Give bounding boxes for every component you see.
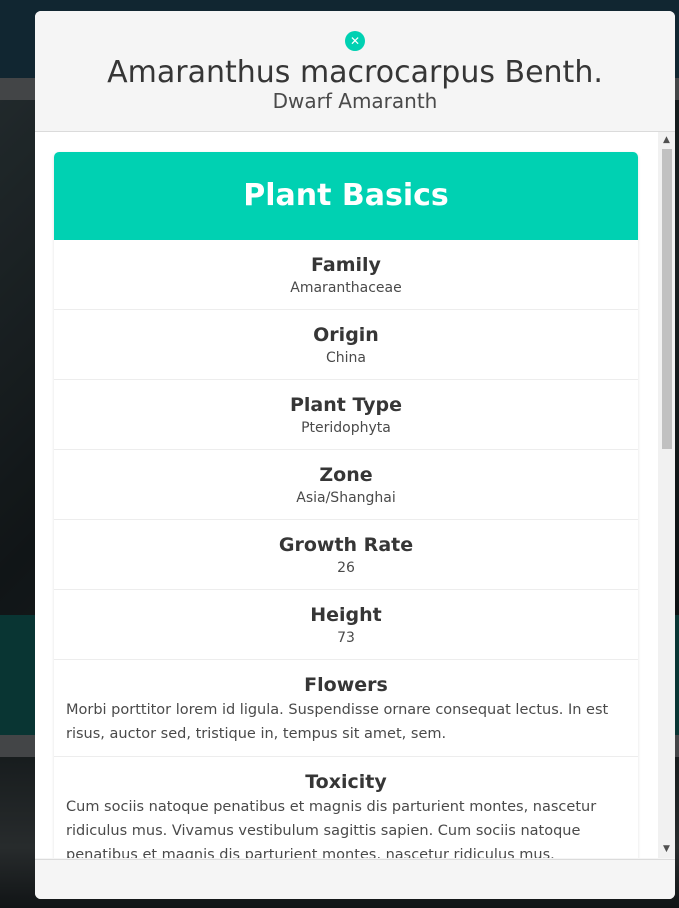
info-row-zone: Zone Asia/Shanghai [54, 450, 638, 520]
info-row-flowers: Flowers Morbi porttitor lorem id ligula.… [54, 660, 638, 757]
row-value: Amaranthaceae [290, 280, 402, 296]
modal-body[interactable]: Plant Basics Family Amaranthaceae Origin… [35, 132, 675, 858]
row-label: Flowers [304, 674, 388, 696]
row-value: China [326, 350, 366, 366]
close-icon[interactable]: ✕ [345, 31, 365, 51]
row-label: Toxicity [305, 771, 387, 793]
row-label: Origin [313, 324, 379, 346]
row-description: Morbi porttitor lorem id ligula. Suspend… [66, 702, 609, 742]
scroll-down-arrow-icon[interactable]: ▼ [658, 841, 675, 858]
modal-subtitle: Dwarf Amaranth [272, 89, 438, 113]
card-header: Plant Basics [54, 152, 638, 240]
plant-basics-card: Plant Basics Family Amaranthaceae Origin… [54, 152, 638, 858]
row-label: Growth Rate [278, 534, 414, 556]
modal-header: ✕ Amaranthus macrocarpus Benth. Dwarf Am… [35, 11, 675, 132]
row-value: Asia/Shanghai [296, 490, 396, 506]
modal-footer [35, 859, 675, 899]
row-value: 26 [337, 560, 355, 576]
row-value: Pteridophyta [301, 420, 391, 436]
row-value: 73 [337, 630, 355, 646]
info-row-origin: Origin China [54, 310, 638, 380]
info-row-height: Height 73 [54, 590, 638, 660]
info-row-plant-type: Plant Type Pteridophyta [54, 380, 638, 450]
scroll-up-arrow-icon[interactable]: ▲ [658, 132, 675, 149]
plant-detail-modal: ✕ Amaranthus macrocarpus Benth. Dwarf Am… [35, 11, 675, 899]
info-row-family: Family Amaranthaceae [54, 240, 638, 310]
info-row-growth-rate: Growth Rate 26 [54, 520, 638, 590]
scrollbar-thumb[interactable] [662, 149, 672, 449]
modal-title: Amaranthus macrocarpus Benth. [107, 55, 603, 90]
info-row-toxicity: Toxicity Cum sociis natoque penatibus et… [54, 757, 638, 858]
row-label: Plant Type [289, 394, 403, 416]
vertical-scrollbar[interactable]: ▲ ▼ [658, 132, 675, 858]
row-description: Cum sociis natoque penatibus et magnis d… [66, 799, 597, 858]
row-label: Zone [319, 464, 373, 486]
row-label: Family [311, 254, 381, 276]
row-label: Height [310, 604, 382, 626]
